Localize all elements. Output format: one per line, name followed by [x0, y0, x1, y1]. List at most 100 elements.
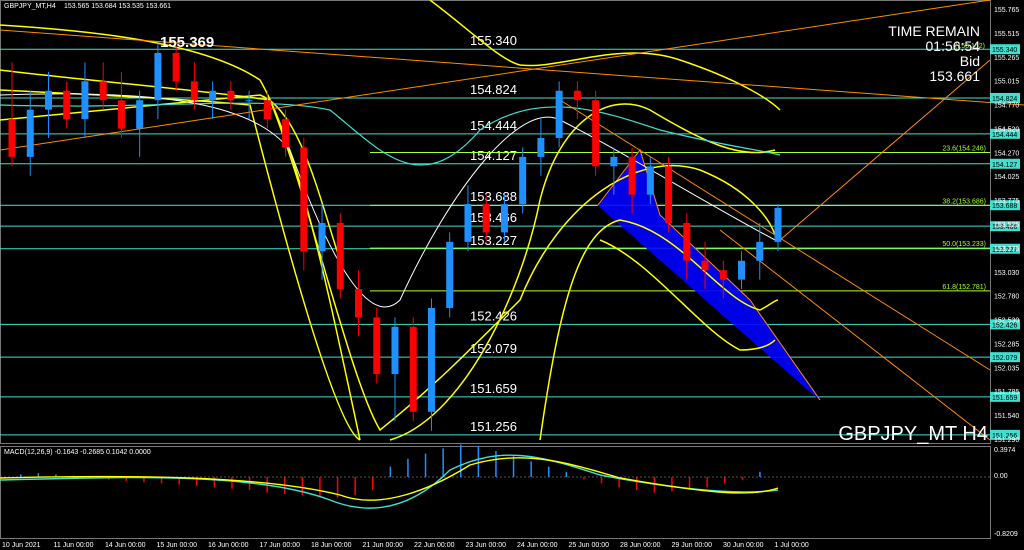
macd-axis-tick: -0.8209 — [994, 531, 1018, 538]
candle-body — [373, 317, 381, 375]
price-axis-tick: 152.035 — [994, 365, 1019, 372]
candle-body — [756, 241, 764, 261]
price-axis-tick: 152.285 — [994, 341, 1019, 348]
macd-histogram-bar — [583, 477, 585, 480]
candle-body — [646, 166, 654, 195]
candle-body — [99, 81, 107, 101]
price-axis-tick: 155.015 — [994, 79, 1019, 86]
level-lines: 155.340154.824154.444154.127153.688153.4… — [0, 33, 990, 436]
price-axis-tick: 153.275 — [994, 246, 1019, 253]
candle-body — [318, 222, 326, 252]
price-axis-tick: 154.025 — [994, 174, 1019, 181]
date-label: 10 Jun 2021 — [2, 542, 41, 549]
candle-body — [701, 260, 709, 271]
price-axis-tick: 153.525 — [994, 222, 1019, 229]
date-label: 1 Jul 00:00 — [775, 542, 809, 549]
price-axis-tick: 151.540 — [994, 413, 1019, 420]
chart-window[interactable]: 155.340 154.824 154.444 154.127 153.688 153.4… — [0, 0, 1024, 550]
level-line-label: 153.688 — [470, 189, 517, 204]
macd-histogram-bar — [671, 477, 673, 492]
price-tag-text: 155.340 — [992, 47, 1017, 54]
macd-histogram-bar — [442, 448, 444, 477]
candle-body — [482, 204, 490, 233]
level-line-label: 151.256 — [470, 419, 517, 434]
macd-histogram-bar — [565, 471, 568, 477]
fib-label: 61.8(152.781) — [942, 284, 986, 291]
macd-header: MACD(12,26,9) -0.1643 -0.2685 0.1042 0.0… — [4, 449, 151, 456]
macd-histogram-bar — [231, 477, 233, 489]
moving-average-fast — [0, 93, 776, 308]
macd-histogram-bar — [389, 466, 392, 477]
price-axis-tick: 154.770 — [994, 103, 1019, 110]
price-axis-tick: 152.780 — [994, 294, 1019, 301]
candle-body — [282, 119, 290, 148]
candle-body — [136, 100, 144, 129]
bid-value: 153.661 — [929, 68, 980, 84]
date-label: 11 Jun 00:00 — [54, 542, 94, 549]
date-label: 23 Jun 00:00 — [466, 542, 507, 549]
candle-body — [227, 90, 235, 101]
price-axis-tick: 153.775 — [994, 198, 1019, 205]
macd-histogram-bar — [706, 477, 708, 488]
macd-histogram-bar — [741, 477, 744, 480]
candle-body — [81, 81, 89, 120]
fib-label: 23.6(154.246) — [942, 146, 986, 153]
candle-body — [537, 137, 545, 157]
date-label: 16 Jun 00:00 — [208, 542, 249, 549]
candle-body — [26, 109, 34, 157]
candle-body — [263, 100, 271, 120]
candle-body — [665, 166, 673, 223]
candle-body — [172, 52, 180, 82]
level-line-label: 155.340 — [470, 33, 517, 48]
candle-body — [719, 270, 727, 280]
date-label: 17 Jun 00:00 — [260, 542, 301, 549]
macd-signal-line — [0, 457, 779, 501]
candle-body — [592, 100, 600, 167]
candle-body — [519, 156, 527, 205]
candle-body — [44, 90, 52, 110]
candle-body — [610, 156, 618, 167]
candle-body — [409, 326, 417, 412]
candle-body — [190, 81, 198, 101]
price-axis-tick: 155.515 — [994, 31, 1019, 38]
candle-body — [336, 222, 344, 290]
candle-body — [446, 241, 454, 308]
symbol-header: GBPJPY_MT,H4 — [4, 3, 56, 10]
time-axis: 10 Jun 2021 11 Jun 00:00 14 Jun 00:00 15 Ju… — [2, 542, 809, 549]
candle-body — [555, 90, 563, 138]
candle-body — [300, 147, 308, 252]
macd-histogram-bar — [530, 461, 532, 477]
candle-body — [427, 307, 435, 412]
price-tag-text: 152.079 — [992, 355, 1017, 362]
macd-histogram-bar — [372, 477, 374, 490]
candle-body — [391, 326, 399, 375]
macd-panel: 0.3974 0.00 -0.8209 — [0, 444, 1018, 538]
price-tag-text: 154.127 — [992, 162, 1017, 169]
level-line-label: 153.227 — [470, 233, 517, 248]
candle-body — [209, 90, 217, 101]
macd-axis-tick: 0.00 — [994, 473, 1008, 480]
date-label: 29 Jun 00:00 — [672, 542, 713, 549]
price-axis-tick: 154.270 — [994, 150, 1019, 157]
date-label: 21 Jun 00:00 — [363, 542, 404, 549]
price-axis: 155.340154.824154.444154.127153.688153.4… — [990, 7, 1020, 444]
date-label: 15 Jun 00:00 — [157, 542, 198, 549]
candle-body — [683, 222, 691, 261]
date-label: 25 Jun 00:00 — [569, 542, 610, 549]
price-axis-tick: 155.765 — [994, 7, 1019, 14]
candle-body — [628, 156, 636, 195]
macd-histogram-bar — [600, 477, 603, 484]
price-axis-tick: 152.530 — [994, 318, 1019, 325]
macd-line — [0, 454, 779, 509]
date-label: 22 Jun 00:00 — [414, 542, 455, 549]
macd-histogram-bar — [724, 477, 726, 484]
price-chart[interactable]: 155.340 154.824 154.444 154.127 153.688 153.4… — [0, 0, 1024, 550]
price-axis-tick: 155.265 — [994, 55, 1019, 62]
price-axis-tick: 151.290 — [994, 437, 1019, 444]
price-axis-tick: 151.785 — [994, 389, 1019, 396]
fib-label: 38.2(153.686) — [942, 198, 986, 205]
date-label: 24 Jun 00:00 — [517, 542, 558, 549]
session-high-label: 155.369 — [160, 34, 214, 51]
chart-watermark: GBPJPY_MT H4 — [838, 423, 988, 445]
date-label: 18 Jun 00:00 — [311, 542, 352, 549]
